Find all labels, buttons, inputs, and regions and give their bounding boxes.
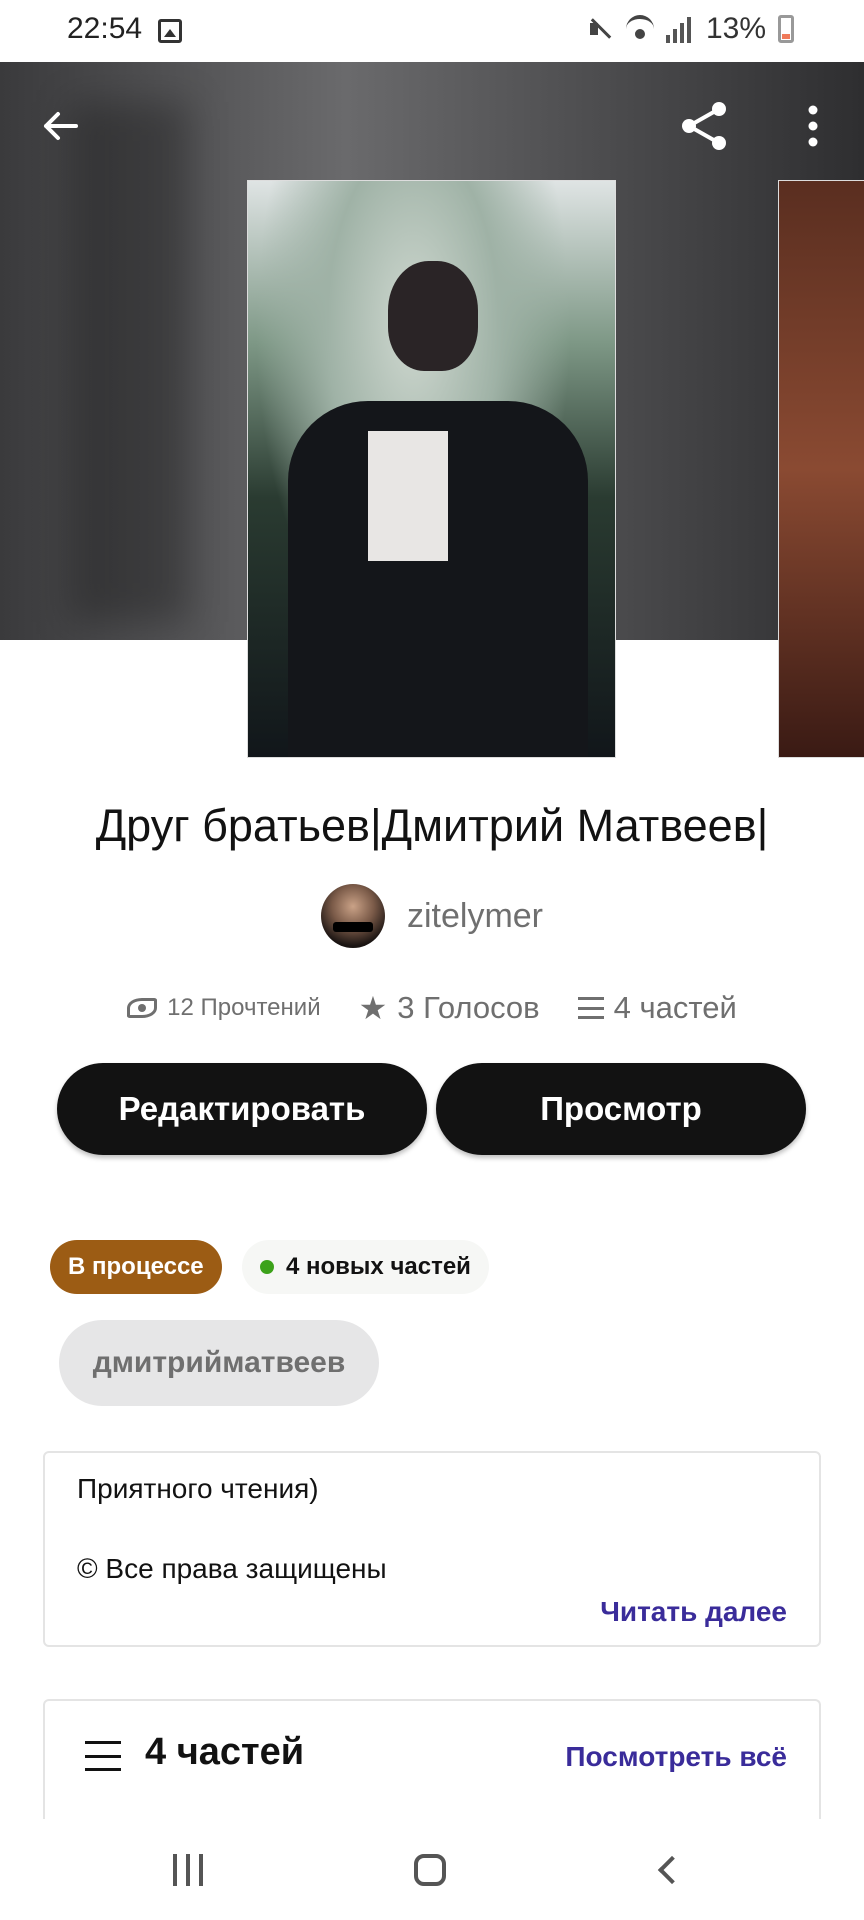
- battery-icon: [778, 15, 794, 43]
- system-navigation-bar: [0, 1820, 864, 1920]
- story-title: Друг братьев|Дмитрий Матвеев|: [95, 800, 769, 851]
- story-stats: 12 Прочтений ★ 3 Голосов 4 частей: [0, 990, 864, 1026]
- system-back-button[interactable]: [642, 1844, 702, 1896]
- cover-figure-head: [388, 261, 478, 371]
- story-cover-image[interactable]: [247, 180, 616, 758]
- preview-button[interactable]: Просмотр: [436, 1063, 806, 1155]
- description-line: Приятного чтения): [77, 1473, 319, 1504]
- cover-figure-shirt: [368, 431, 448, 561]
- parts-count: 4 частей: [613, 990, 737, 1025]
- share-icon: [682, 102, 726, 150]
- eye-icon: [127, 998, 158, 1018]
- back-button[interactable]: [30, 96, 90, 156]
- battery-percent: 13%: [705, 12, 766, 45]
- share-button[interactable]: [674, 96, 734, 156]
- recent-apps-button[interactable]: [158, 1844, 218, 1896]
- wifi-icon: [625, 15, 654, 43]
- gallery-notification-icon: [158, 19, 182, 43]
- votes-stat: ★ 3 Голосов: [359, 990, 540, 1026]
- description-card: Приятного чтения) © Все права защищены Ч…: [43, 1451, 821, 1647]
- parts-stat: 4 частей: [577, 990, 737, 1026]
- author-name[interactable]: zitelymer: [407, 897, 543, 936]
- new-parts-label: 4 новых частей: [286, 1253, 471, 1280]
- view-all-link[interactable]: Посмотреть всё: [565, 1741, 787, 1773]
- status-bar: 22:54 13%: [0, 0, 864, 62]
- next-story-cover[interactable]: [778, 180, 864, 758]
- author-avatar[interactable]: [320, 884, 385, 948]
- parts-section-title: 4 частей: [145, 1731, 305, 1773]
- star-icon: ★: [358, 990, 388, 1026]
- author-row[interactable]: zitelymer: [0, 884, 864, 948]
- more-vertical-icon: [808, 105, 818, 147]
- arrow-left-icon: [44, 112, 78, 140]
- status-indicators: 13%: [586, 12, 794, 46]
- more-options-button[interactable]: [783, 96, 843, 156]
- edit-button[interactable]: Редактировать: [57, 1063, 427, 1155]
- new-indicator-dot-icon: [260, 1260, 274, 1274]
- new-parts-badge: 4 новых частей: [242, 1240, 489, 1294]
- in-progress-badge: В процессе: [50, 1240, 222, 1294]
- reads-count: 12 Прочтений: [167, 994, 321, 1021]
- copyright-line: © Все права защищены: [77, 1553, 387, 1584]
- parts-list-icon: [85, 1741, 121, 1771]
- list-icon: [577, 997, 604, 1019]
- signal-icon: [665, 15, 694, 43]
- votes-count: 3 Голосов: [397, 990, 540, 1025]
- home-button[interactable]: [400, 1844, 460, 1896]
- read-more-link[interactable]: Читать далее: [600, 1596, 787, 1628]
- status-time: 22:54: [67, 12, 143, 45]
- mute-icon: [586, 15, 614, 43]
- parts-card: 4 частей Посмотреть всё: [43, 1699, 821, 1819]
- reads-stat: 12 Прочтений: [127, 994, 321, 1022]
- tag-chip[interactable]: дмитрийматвеев: [59, 1320, 379, 1406]
